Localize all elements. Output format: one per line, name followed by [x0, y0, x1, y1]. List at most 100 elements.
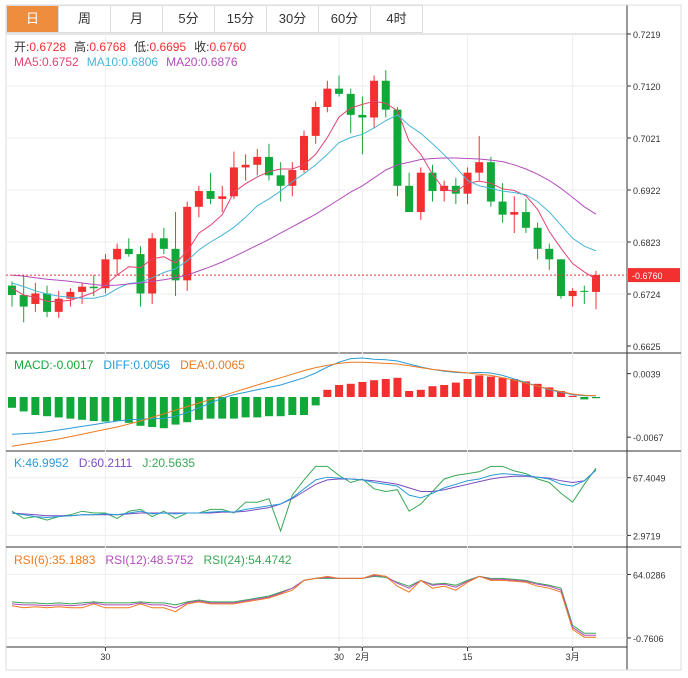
rsi-info: RSI(24):54.4742	[203, 553, 291, 567]
macd-info: MACD:-0.0017	[14, 358, 94, 372]
ohlc-info-value: 0.6695	[149, 40, 186, 54]
macd-bar	[370, 380, 379, 397]
macd-bar	[463, 379, 472, 397]
macd-bar	[8, 397, 16, 408]
kdj-info-label: D:	[79, 456, 91, 470]
rsi-info-value: 54.4742	[248, 553, 292, 567]
macd-bar	[89, 397, 98, 421]
macd-bar	[276, 397, 285, 417]
candle-body	[43, 293, 52, 312]
macd-info-label: DEA:	[180, 358, 208, 372]
ohlc-info-value: 0.6760	[209, 40, 246, 54]
candle-body	[486, 162, 495, 202]
kdj-info-value: 46.9952	[25, 456, 69, 470]
candle-body	[253, 156, 262, 165]
kdj-info: K:46.9952	[14, 456, 69, 470]
candle-body	[556, 259, 565, 297]
diff-line	[11, 357, 596, 435]
macd-bar	[486, 376, 495, 397]
candle-body	[311, 107, 320, 136]
macd-bar	[54, 397, 63, 418]
rsi-info-value: 48.5752	[150, 553, 194, 567]
macd-tick-label: -0.0067	[633, 433, 664, 443]
price-tick-label: 0.7021	[633, 134, 661, 144]
rsi-info-label: RSI(12):	[105, 553, 150, 567]
ohlc-info: 开:0.6728	[14, 40, 66, 54]
rsi-info-value: 35.1883	[52, 553, 96, 567]
j-line	[11, 465, 597, 533]
candle-body	[521, 212, 530, 228]
rsi-tick-label: -0.7606	[633, 634, 664, 644]
macd-bar	[148, 397, 157, 427]
ma-info: MA5:0.6752	[14, 55, 79, 69]
ohlc-info-value: 0.6768	[89, 40, 126, 54]
price-tick-label: 0.7120	[633, 82, 661, 92]
candle-body	[510, 212, 519, 215]
macd-bar	[229, 397, 238, 419]
ohlc-info: 收:0.6760	[194, 40, 246, 54]
ohlc-info-label: 高:	[74, 39, 89, 54]
ma-info: MA10:0.6806	[87, 55, 159, 69]
macd-info: DEA:0.0065	[180, 358, 245, 372]
candle-body	[498, 201, 507, 215]
macd-bar	[78, 397, 87, 420]
rsi6-line	[11, 573, 596, 638]
rsi-info: RSI(12):48.5752	[105, 553, 193, 567]
candle-body	[148, 238, 157, 294]
macd-tick-label: 0.0039	[633, 370, 661, 380]
candle-body	[241, 164, 250, 168]
d-line	[11, 469, 597, 517]
macd-info-value: -0.0017	[53, 358, 94, 372]
macd-bar	[498, 377, 507, 397]
macd-bar	[101, 397, 110, 422]
x-tick-label: 30	[100, 652, 110, 662]
ohlc-info-label: 低:	[134, 40, 149, 54]
ma20-line	[11, 157, 597, 287]
rsi24-line	[11, 575, 596, 634]
candle-body	[475, 162, 484, 173]
ohlc-info: 高:0.6768	[74, 39, 126, 54]
candle-body	[346, 93, 355, 115]
macd-bar	[253, 397, 262, 418]
macd-bar	[381, 379, 390, 397]
ohlc-info-label: 开:	[14, 40, 29, 54]
candle-body	[78, 286, 87, 292]
last-price-label: -0.6760	[632, 271, 663, 281]
price-tick-label: 0.6625	[633, 342, 661, 352]
macd-bar	[66, 397, 75, 419]
rsi-info-label: RSI(6):	[14, 553, 52, 567]
candle-body	[218, 196, 227, 199]
macd-bar	[580, 397, 589, 400]
macd-bar	[31, 397, 40, 415]
candle-body	[568, 290, 577, 297]
ma-info-value: 0.6752	[42, 55, 79, 69]
candle-body	[370, 80, 379, 118]
candle-body	[89, 286, 98, 289]
macd-info-value: 0.0065	[208, 358, 245, 372]
macd-bar	[428, 386, 437, 397]
candle-body	[393, 109, 402, 186]
ma-info-label: MA5:	[14, 55, 42, 69]
ohlc-info-label: 收:	[194, 40, 209, 54]
kdj-info: D:60.2111	[79, 456, 133, 470]
price-tick-label: 0.6724	[633, 290, 661, 300]
candle-body	[19, 295, 28, 307]
candle-body	[323, 88, 332, 108]
macd-bar	[475, 375, 484, 397]
candle-body	[335, 88, 344, 94]
kdj-info-label: K:	[14, 456, 25, 470]
candle-body	[124, 248, 133, 255]
ma-info-label: MA20:	[166, 55, 201, 69]
candle-body	[136, 254, 145, 294]
macd-bar	[311, 397, 320, 406]
rsi-info: RSI(6):35.1883	[14, 553, 96, 567]
x-tick-label: 3月	[566, 652, 580, 662]
macd-info-label: DIFF:	[103, 358, 133, 372]
candle-body	[113, 248, 122, 260]
macd-bar	[416, 389, 425, 397]
macd-bar	[218, 397, 227, 419]
macd-bar	[358, 382, 367, 397]
macd-bar	[568, 395, 577, 397]
macd-bar	[393, 377, 402, 397]
macd-bar	[440, 385, 449, 397]
